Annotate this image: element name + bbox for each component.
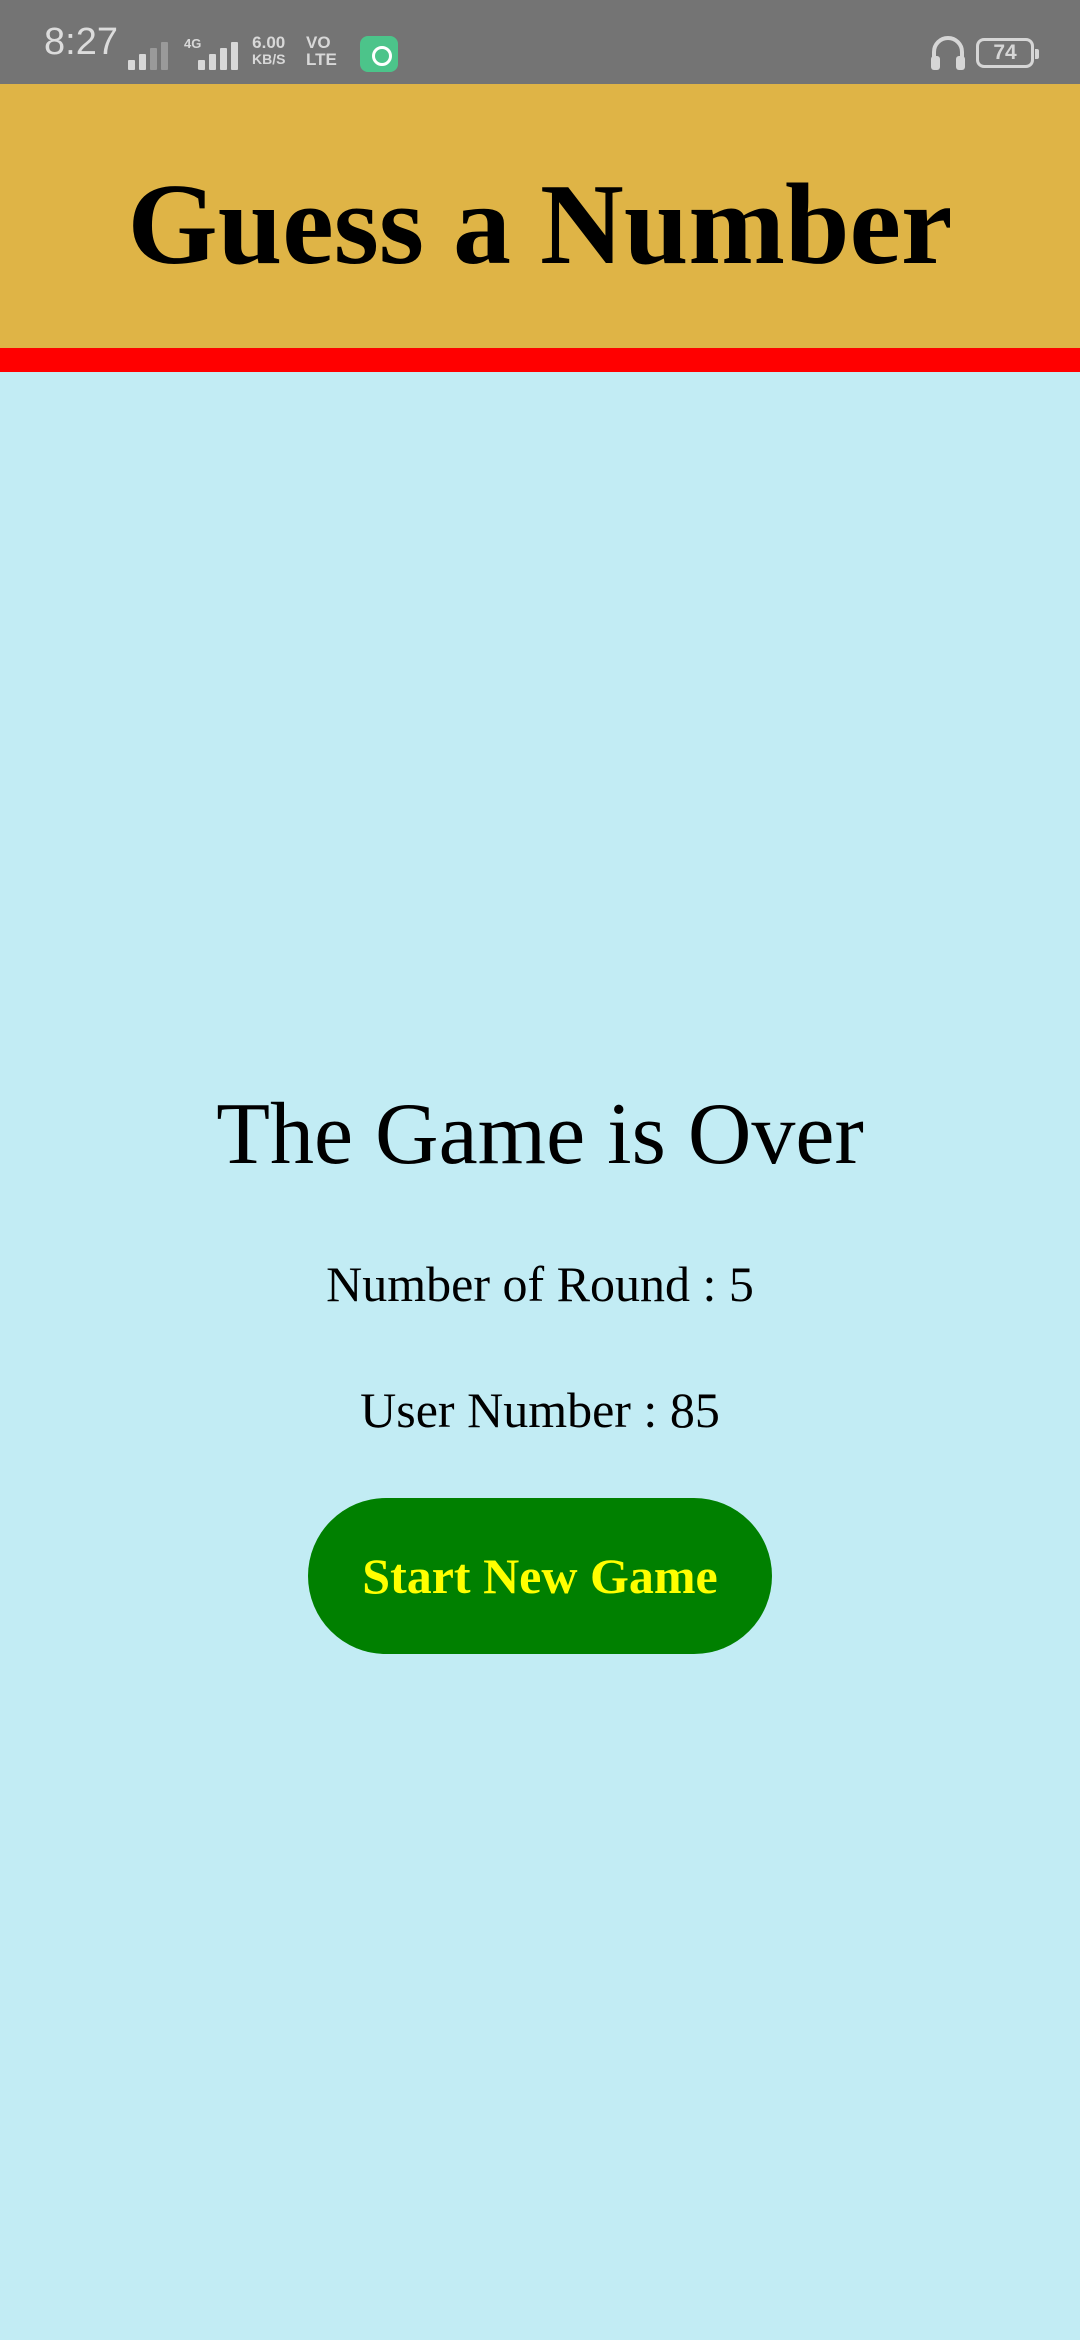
volte-bottom: LTE (306, 50, 337, 69)
network-speed-value: 6.00 (252, 33, 286, 52)
user-number-text: User Number : 85 (360, 1382, 720, 1438)
network-speed-unit: KB/S (252, 51, 286, 67)
app-title: Guess a Number (127, 160, 953, 289)
start-new-game-label: Start New Game (362, 1548, 718, 1604)
signal-strength-icon-2 (198, 38, 242, 70)
network-speed: 6.00 KB/S (252, 34, 285, 68)
app-header: Guess a Number (0, 84, 1080, 372)
signal-strength-icon (128, 38, 172, 70)
battery-indicator: 74 (976, 38, 1039, 68)
status-time: 8:27 (44, 21, 118, 63)
volte-indicator: VO LTE (306, 34, 337, 68)
headset-icon (928, 32, 968, 74)
rounds-count-text: Number of Round : 5 (326, 1256, 754, 1312)
start-new-game-button[interactable]: Start New Game (308, 1498, 772, 1654)
notification-app-icon (360, 36, 398, 72)
volte-top: VO (306, 33, 331, 52)
game-over-title: The Game is Over (216, 1086, 864, 1183)
status-bar: 8:27 4G 6.00 KB/S VO LTE 74 (0, 0, 1080, 84)
